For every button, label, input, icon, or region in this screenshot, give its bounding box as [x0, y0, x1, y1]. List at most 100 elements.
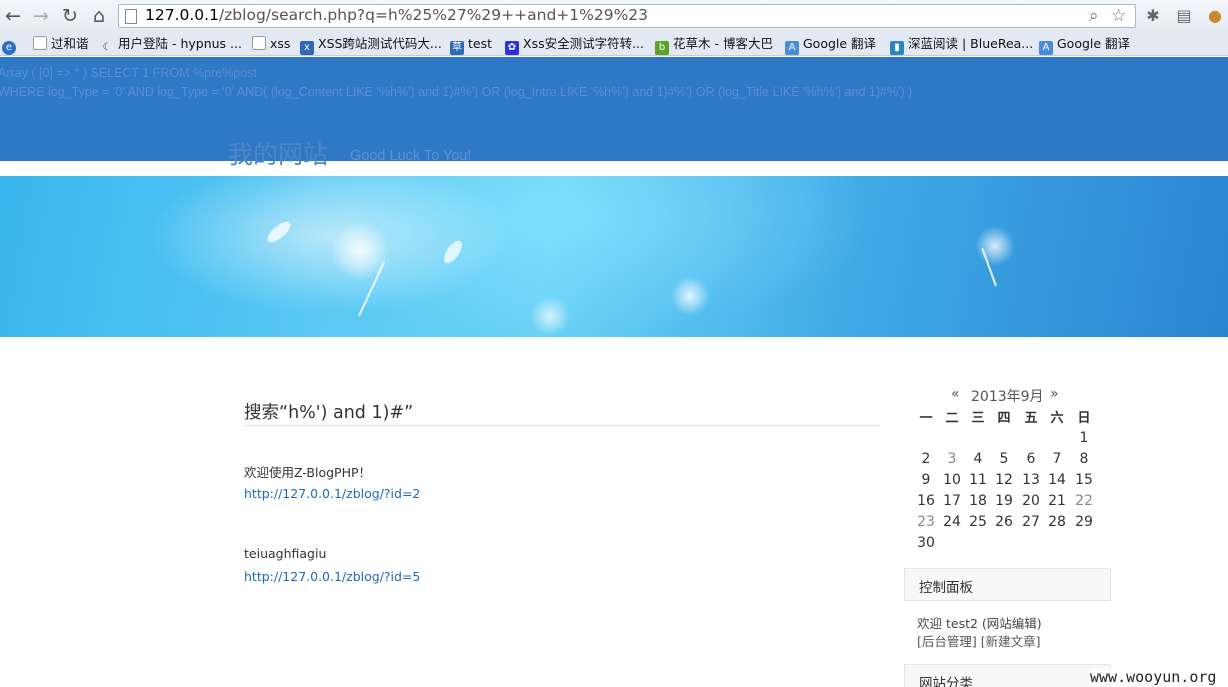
calendar-day: 13: [1022, 472, 1040, 488]
home-icon[interactable]: ⌂: [89, 6, 109, 26]
calendar-weekday: 五: [1024, 411, 1038, 426]
calendar-next-link[interactable]: »: [1050, 386, 1059, 402]
calendar-day: 27: [1022, 514, 1040, 530]
calendar-day: 19: [995, 493, 1013, 509]
calendar-day[interactable]: 23: [913, 514, 939, 530]
control-panel-links: [后台管理] [新建文章]: [917, 631, 1041, 650]
address-bar[interactable]: 127.0.0.1/zblog/search.php?q=h%25%27%29+…: [118, 4, 1136, 28]
result-link[interactable]: http://127.0.0.1/zblog/?id=5: [244, 569, 420, 584]
calendar-month: 2013年9月: [971, 389, 1044, 405]
banner-puff: [530, 296, 570, 336]
bookmark-item[interactable]: 草 test: [450, 35, 492, 55]
back-icon[interactable]: ←: [3, 6, 23, 26]
admin-link[interactable]: [后台管理]: [917, 634, 977, 649]
browser-window: ← → ↻ ⌂ 127.0.0.1/zblog/search.php?q=h%2…: [0, 0, 1228, 687]
calendar-day: 18: [969, 493, 987, 509]
bookmark-item[interactable]: A Google 翻译: [785, 35, 876, 55]
page-content: Array ( [0] => * ) SELECT 1 FROM %pre%po…: [0, 57, 1228, 687]
banner-puff: [670, 276, 710, 316]
calendar-day: 24: [943, 514, 961, 530]
sql-debug-line: WHERE log_Type = '0' AND log_Type = '0' …: [0, 85, 913, 99]
calendar-weekday: 日: [1077, 411, 1091, 426]
calendar-day: 1: [1079, 430, 1089, 446]
calendar-day: 5: [999, 451, 1009, 467]
site-name[interactable]: 我的网站: [228, 135, 328, 171]
star-icon[interactable]: ☆: [1111, 6, 1126, 26]
calendar-weekday: 一: [919, 411, 933, 426]
calendar-day: 30: [917, 535, 935, 551]
calendar-weekday: 六: [1050, 411, 1064, 426]
forward-icon[interactable]: →: [31, 6, 51, 26]
google-translate-icon: A: [785, 41, 799, 55]
result-title: teiuaghfiagiu: [244, 546, 327, 561]
google-translate-icon: A: [1039, 41, 1053, 55]
cao-icon: 草: [450, 41, 464, 55]
moon-icon: ☾: [102, 42, 112, 53]
site-slogan: Good Luck To You!: [350, 148, 472, 164]
url-text[interactable]: 127.0.0.1/zblog/search.php?q=h%25%27%29+…: [145, 6, 648, 24]
calendar-day[interactable]: 22: [1071, 493, 1097, 509]
ie-icon: e: [2, 41, 16, 55]
bookmark-item[interactable]: b 花草木 - 博客大巴: [655, 35, 773, 55]
bookmark-item[interactable]: ▮ 深蓝阅读 | BlueRea...: [890, 35, 1033, 55]
calendar-day: 2: [921, 451, 931, 467]
control-panel-title: 控制面板: [919, 580, 973, 596]
banner-puff: [264, 218, 294, 246]
calendar-day: 4: [973, 451, 983, 467]
new-post-link[interactable]: [新建文章]: [981, 634, 1041, 649]
cookie-icon[interactable]: ●: [1204, 5, 1226, 27]
bookmark-item[interactable]: 过和谐: [33, 35, 89, 53]
xss-icon: x: [300, 41, 314, 55]
url-host: 127.0.0.1: [145, 6, 219, 24]
paw-icon: ✿: [505, 41, 519, 55]
search-title: 搜索“h%') and 1)#”: [244, 403, 414, 423]
calendar-day: 25: [969, 514, 987, 530]
banner-puff: [975, 226, 1015, 266]
categories-header: 网站分类: [904, 664, 1111, 687]
bookmark-item[interactable]: A Google 翻译: [1039, 35, 1130, 55]
banner-puff: [330, 221, 390, 281]
browser-toolbar: ← → ↻ ⌂ 127.0.0.1/zblog/search.php?q=h%2…: [0, 0, 1228, 32]
calendar-day: 21: [1048, 493, 1066, 509]
result-title: 欢迎使用Z-BlogPHP！: [244, 465, 372, 480]
calendar-weekday: 二: [945, 411, 959, 426]
url-path: /zblog/search.php?q=h%25%27%29++and+1%29…: [218, 6, 649, 24]
calendar-day: 29: [1075, 514, 1093, 530]
banner-puff: [440, 237, 466, 267]
bookmark-item[interactable]: ☾ 用户登陆 - hypnus ...: [100, 35, 242, 53]
result-link[interactable]: http://127.0.0.1/zblog/?id=2: [244, 486, 420, 501]
calendar-day: 17: [943, 493, 961, 509]
calendar-day[interactable]: 3: [939, 451, 965, 467]
control-panel-header: 控制面板: [904, 568, 1111, 601]
header-banner: [0, 176, 1228, 337]
calendar-prev-link[interactable]: «: [951, 386, 960, 402]
watermark-text: www.wooyun.org: [1090, 668, 1217, 686]
search-icon[interactable]: ⌕: [1089, 6, 1099, 26]
calendar-day: 10: [943, 472, 961, 488]
calendar-day: 8: [1079, 451, 1089, 467]
calendar-day: 26: [995, 514, 1013, 530]
bookmark-item[interactable]: ✿ Xss安全测试字符转...: [505, 35, 644, 55]
calendar-day: 12: [995, 472, 1013, 488]
calendar-day: 20: [1022, 493, 1040, 509]
page-icon: [125, 9, 137, 24]
title-divider: [244, 425, 880, 426]
page-icon: [252, 36, 266, 50]
bookmark-item[interactable]: x XSS跨站测试代码大...: [300, 35, 442, 55]
categories-title: 网站分类: [919, 676, 973, 687]
calendar-weekday: 四: [997, 411, 1011, 426]
bookmark-item[interactable]: xss: [252, 35, 290, 53]
calendar-day: 6: [1026, 451, 1036, 467]
apps-icon[interactable]: e: [2, 35, 20, 55]
calendar-day: 9: [921, 472, 931, 488]
calendar-day: 11: [969, 472, 987, 488]
calendar-day: 7: [1052, 451, 1062, 467]
page-icon: [33, 36, 47, 50]
calendar-day: 14: [1048, 472, 1066, 488]
reload-icon[interactable]: ↻: [60, 6, 80, 26]
notes-icon[interactable]: ▤: [1173, 5, 1195, 27]
welcome-text: 欢迎 test2 (网站编辑): [917, 616, 1042, 631]
extension-icon[interactable]: ✱: [1142, 5, 1164, 27]
calendar-weekday: 三: [971, 411, 985, 426]
calendar-day: 28: [1048, 514, 1066, 530]
